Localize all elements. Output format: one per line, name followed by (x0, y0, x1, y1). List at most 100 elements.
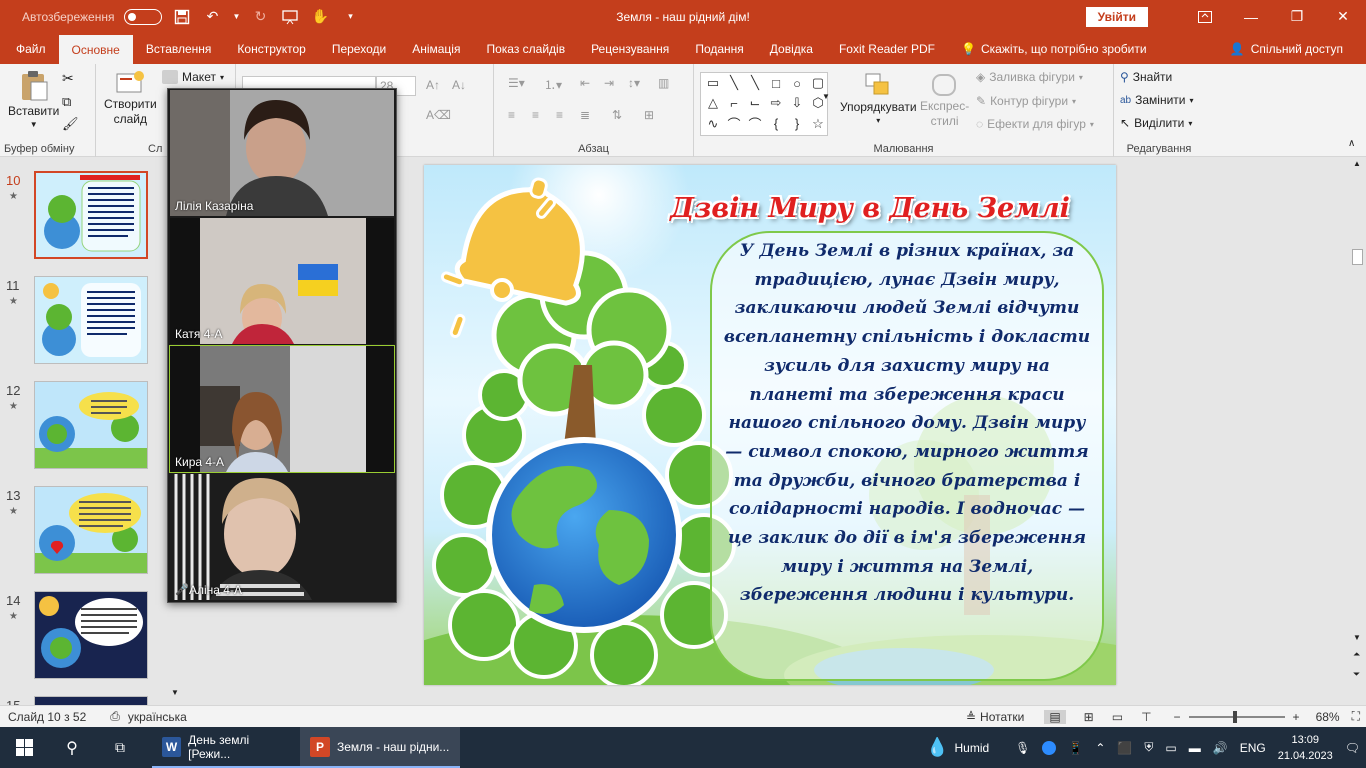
tab-slideshow[interactable]: Показ слайдів (473, 33, 578, 64)
spellcheck-icon[interactable]: ⎙ (110, 709, 120, 724)
scroll-down-icon[interactable]: ▼ (171, 688, 179, 697)
fit-slide-icon[interactable]: ⛶ (1352, 709, 1360, 724)
tab-transitions[interactable]: Переходи (319, 33, 399, 64)
slide-thumbnail[interactable] (34, 486, 148, 574)
slide-thumbnail[interactable] (34, 381, 148, 469)
chevron-down-icon[interactable]: ▼ (232, 7, 241, 27)
bullets-icon[interactable]: ☰▾ (508, 76, 525, 90)
paste-button[interactable]: Вставити ▼ (8, 70, 59, 129)
star-shape-icon[interactable]: ☆ (809, 116, 827, 132)
collapse-ribbon-icon[interactable]: ∧ (1348, 138, 1355, 149)
format-painter-icon[interactable]: 🖌 (62, 116, 79, 132)
quick-styles-button[interactable]: Експрес- стилі (920, 72, 969, 128)
microphone-icon[interactable]: 🎙 (1015, 741, 1030, 755)
weather-widget[interactable]: 💧 Humid (926, 737, 989, 758)
zoom-app-icon[interactable] (1042, 740, 1057, 755)
zoom-slider[interactable] (1188, 710, 1285, 723)
replace-button[interactable]: ab Замінити ▾ (1120, 93, 1194, 107)
line-spacing-icon[interactable]: ↕▾ (628, 76, 640, 90)
task-view-icon[interactable]: ⧉ (96, 739, 144, 756)
notes-button[interactable]: ≜ Нотатки (966, 710, 1024, 724)
decrease-indent-icon[interactable]: ⇤ (580, 76, 590, 90)
cut-icon[interactable]: ✂ (62, 70, 74, 87)
justify-icon[interactable]: ≣ (580, 108, 590, 122)
zoom-level[interactable]: 68% (1316, 710, 1340, 724)
rectangle-shape-icon[interactable]: □ (767, 75, 785, 91)
thumbnail-row[interactable]: 12 ★ (0, 381, 170, 473)
columns-icon[interactable]: ▥ (658, 76, 669, 90)
search-icon[interactable]: ⚲ (48, 738, 96, 758)
select-button[interactable]: ↖ Виділити ▾ (1120, 116, 1192, 130)
present-from-start-icon[interactable] (280, 7, 300, 27)
find-button[interactable]: ⚲ Знайти (1120, 70, 1172, 84)
down-arrow-shape-icon[interactable]: ⇩ (788, 95, 806, 111)
close-icon[interactable]: ✕ (1320, 0, 1366, 33)
shapes-gallery[interactable]: ▭ ╲ ╲ □ ○ ▢ △ ⌐ ⌙ ⇨ ⇩ ⬡ ∿ ⌒ ⌒ { } ☆ (700, 72, 828, 136)
elbow-connector-icon[interactable]: ⌐ (725, 95, 743, 111)
video-call-panel[interactable]: Лілія Казаріна Катя 4-А Кира 4-А Аліна 4… (167, 88, 397, 603)
autosave-toggle[interactable] (124, 8, 163, 25)
tab-animations[interactable]: Анімація (399, 33, 473, 64)
increase-indent-icon[interactable]: ⇥ (604, 76, 614, 90)
decrease-font-icon[interactable]: A↓ (452, 78, 466, 92)
taskbar-app-powerpoint[interactable]: P Земля - наш рідни... (300, 727, 460, 768)
slide-title[interactable]: Дзвін Миру в День Землі (660, 193, 1080, 224)
line-shape-icon[interactable]: ╲ (746, 75, 764, 91)
tab-view[interactable]: Подання (682, 33, 756, 64)
signin-button[interactable]: Увійти (1085, 6, 1148, 27)
video-tile-active-speaker[interactable]: Кира 4-А (169, 345, 395, 473)
shape-effects-button[interactable]: ◌ Ефекти для фігур ▾ (976, 117, 1094, 131)
scrollbar-thumb[interactable] (1352, 249, 1363, 265)
shape-fill-button[interactable]: ◈ Заливка фігури ▾ (976, 70, 1083, 84)
arc-shape-icon[interactable]: ⌒ (725, 116, 743, 132)
textbox-shape-icon[interactable]: ▭ (704, 75, 722, 91)
brace-left-icon[interactable]: { (767, 116, 785, 132)
zoom-slider-thumb[interactable] (1232, 710, 1237, 723)
restore-icon[interactable]: ❐ (1274, 0, 1320, 33)
slide-scrollbar[interactable]: ▲ ▼ ⏶ ⏷ (1350, 157, 1364, 705)
copy-icon[interactable]: ⧉ (62, 94, 71, 110)
slide-thumbnail[interactable] (34, 591, 148, 679)
windows-start-icon[interactable] (0, 739, 48, 756)
taskbar-app-word[interactable]: W День землі [Режи... (152, 727, 300, 768)
layout-button[interactable]: Макет ▾ (162, 70, 224, 84)
share-button[interactable]: 👤 Спільний доступ (1217, 33, 1356, 64)
text-direction-icon[interactable]: ⇅ (612, 108, 622, 122)
network-icon[interactable]: ▭ (1165, 741, 1176, 755)
slide-sorter-icon[interactable]: ⊞ (1084, 710, 1094, 724)
tab-home[interactable]: Основне (58, 35, 133, 64)
smartart-icon[interactable]: ⊞ (644, 108, 654, 122)
scroll-down-icon[interactable]: ▼ (1353, 633, 1361, 642)
security-icon[interactable]: ⛨ (1144, 740, 1153, 755)
language-indicator[interactable]: українська (128, 710, 187, 724)
zoom-out-icon[interactable]: − (1174, 710, 1181, 724)
triangle-shape-icon[interactable]: △ (704, 95, 722, 111)
ribbon-display-icon[interactable] (1182, 0, 1228, 33)
elbow-connector-icon[interactable]: ⌙ (746, 95, 764, 111)
rounded-rect-shape-icon[interactable]: ▢ (809, 75, 827, 91)
clear-format-icon[interactable]: A⌫ (426, 108, 451, 122)
phone-icon[interactable]: 📱 (1068, 741, 1083, 755)
scroll-up-icon[interactable]: ▲ (1353, 159, 1361, 168)
video-tile[interactable]: Аліна 4-А 🎤 (170, 474, 394, 600)
shape-outline-button[interactable]: ✎ Контур фігури ▾ (976, 94, 1076, 108)
video-tile[interactable]: Катя 4-А (170, 218, 394, 344)
slide-canvas[interactable]: Дзвін Миру в День Землі У День Землі в р… (424, 165, 1116, 685)
increase-font-icon[interactable]: A↑ (426, 78, 440, 92)
notifications-icon[interactable]: 🗨 (1345, 741, 1360, 755)
tab-review[interactable]: Рецензування (578, 33, 682, 64)
thumbnail-row[interactable]: 13 ★ (0, 486, 170, 578)
brace-right-icon[interactable]: } (788, 116, 806, 132)
align-right-icon[interactable]: ≡ (556, 108, 563, 122)
previous-slide-icon[interactable]: ⏶ (1353, 649, 1360, 660)
video-tile[interactable]: Лілія Казаріна (170, 90, 394, 216)
undo-icon[interactable]: ↶ (202, 7, 222, 27)
next-slide-icon[interactable]: ⏷ (1353, 669, 1360, 680)
numbering-icon[interactable]: ⒈▾ (544, 76, 562, 93)
tab-insert[interactable]: Вставлення (133, 33, 225, 64)
app-tray-icon[interactable]: ⬛ (1117, 741, 1132, 755)
tab-help[interactable]: Довідка (757, 33, 826, 64)
customize-toolbar-icon[interactable]: ▾ (340, 7, 360, 27)
tell-me-search[interactable]: 💡 Скажіть, що потрібно зробити (948, 33, 1160, 64)
align-center-icon[interactable]: ≡ (532, 108, 539, 122)
